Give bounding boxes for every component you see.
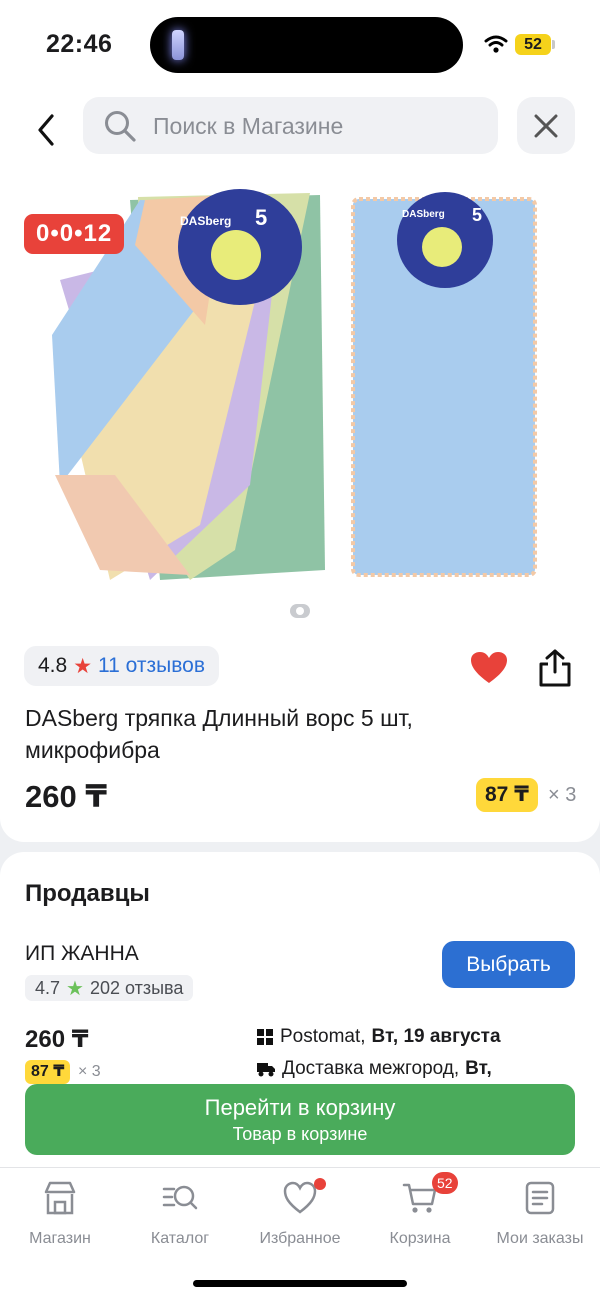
choose-seller-button[interactable]: Выбрать: [442, 941, 575, 988]
go-to-cart-label: Перейти в корзину: [204, 1095, 396, 1120]
reviews-link[interactable]: 11 отзывов: [98, 654, 205, 678]
tab-favorites[interactable]: Избранное: [240, 1178, 360, 1248]
heart-icon: [283, 1181, 317, 1214]
search-placeholder: Поиск в Магазине: [153, 113, 344, 139]
truck-icon: [257, 1063, 275, 1077]
tab-catalog-label: Каталог: [150, 1230, 210, 1247]
seller-name[interactable]: ИП ЖАННА: [25, 942, 139, 966]
package-brand-text: DASberg: [180, 214, 231, 228]
tab-cart[interactable]: 52 Корзина: [360, 1172, 480, 1248]
tab-favorites-label: Избранное: [259, 1230, 341, 1247]
image-pager-indicator[interactable]: [290, 604, 310, 618]
sellers-section: Продавцы ИП ЖАННА 4.7 ★ 202 отзыва Выбра…: [0, 852, 600, 1092]
sellers-heading: Продавцы: [25, 880, 150, 907]
tab-store[interactable]: Магазин: [0, 1180, 120, 1248]
package-count-text: 5: [255, 205, 267, 230]
rating-chip[interactable]: 4.8 ★ 11 отзывов: [24, 646, 219, 686]
store-icon: [44, 1181, 76, 1215]
seller-reviews: 202 отзыва: [89, 977, 184, 998]
close-button[interactable]: [517, 97, 575, 154]
installment-multiplier: × 3: [548, 784, 577, 806]
star-icon: ★: [73, 654, 93, 678]
flashlight-icon: [172, 30, 184, 60]
tab-orders-label: Мои заказы: [496, 1230, 584, 1247]
back-arrow-icon[interactable]: [30, 110, 64, 150]
seller-installment-badge: 87 ₸: [25, 1060, 71, 1084]
cart-icon-wrap: 52: [402, 1172, 458, 1216]
seller-price: 260 ₸: [25, 1026, 89, 1053]
product-card: Поиск в Магазине DASberg 5 DASberg 5 0•0…: [0, 90, 600, 842]
tab-store-label: Магазин: [29, 1230, 91, 1247]
share-icon[interactable]: [537, 648, 573, 688]
delivery-intercity-date: Вт,: [465, 1058, 492, 1079]
battery-tip: [552, 40, 555, 49]
package-count-text-2: 5: [472, 205, 482, 225]
status-time: 22:46: [46, 30, 113, 58]
delivery-option-intercity: Доставка межгород, Вт,: [256, 1058, 492, 1080]
delivery-intercity-label: Доставка межгород,: [282, 1058, 460, 1079]
dynamic-island: [150, 17, 463, 73]
postomat-icon: [257, 1029, 273, 1045]
product-title: DASberg тряпка Длинный ворс 5 шт, микроф…: [25, 705, 413, 763]
tab-catalog[interactable]: Каталог: [120, 1180, 240, 1248]
favorite-heart-icon[interactable]: [470, 651, 508, 685]
cart-count-badge: 52: [432, 1172, 458, 1194]
search-input[interactable]: Поиск в Магазине: [83, 97, 498, 154]
home-indicator[interactable]: [193, 1280, 407, 1287]
favorites-notification-dot: [314, 1178, 326, 1190]
in-cart-label: Товар в корзине: [232, 1124, 368, 1144]
product-price: 260 ₸: [25, 779, 107, 814]
catalog-search-icon: [162, 1185, 198, 1210]
seller-installment-multiplier: × 3: [78, 1063, 101, 1080]
seller-rating-chip: 4.7 ★ 202 отзыва: [25, 975, 194, 1001]
close-icon: [534, 114, 558, 138]
battery-indicator: 52: [515, 34, 551, 55]
package-brand-text-2: DASberg: [402, 209, 445, 220]
installment-badge[interactable]: 87 ₸: [476, 778, 538, 812]
tab-cart-label: Корзина: [389, 1230, 451, 1247]
delivery-option-postomat: Postomat, Вт, 19 августа: [256, 1026, 501, 1048]
orders-icon: [525, 1181, 555, 1215]
search-icon: [105, 111, 136, 142]
sale-timer-badge: 0•0•12: [24, 214, 125, 254]
seller-star-icon: ★: [66, 977, 84, 1000]
go-to-cart-button[interactable]: Перейти в корзину Товар в корзине: [25, 1084, 575, 1155]
status-bar: 22:46 52: [0, 0, 600, 90]
heart-icon-wrap: [282, 1178, 326, 1216]
tab-orders[interactable]: Мои заказы: [480, 1180, 600, 1248]
wifi-icon: [484, 35, 508, 53]
delivery-postomat-label: Postomat,: [280, 1026, 366, 1047]
seller-rating-value: 4.7: [35, 977, 61, 998]
delivery-postomat-date: Вт, 19 августа: [371, 1026, 501, 1047]
rating-value: 4.8: [38, 654, 68, 677]
